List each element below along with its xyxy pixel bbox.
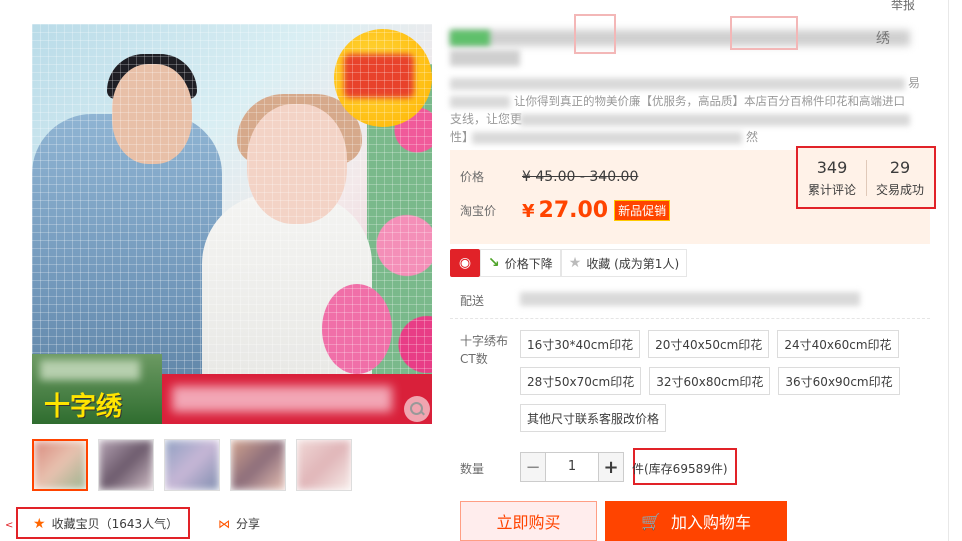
sku-option[interactable]: 36寸60x90cm印花: [778, 367, 900, 395]
right-border: [948, 0, 949, 541]
divider: [450, 318, 930, 319]
decrease-button[interactable]: −: [520, 452, 546, 482]
sales-stats: 349 累计评论 29 交易成功: [796, 146, 936, 209]
sku-option[interactable]: 28寸50x70cm印花: [520, 367, 642, 395]
banner-green: 十字绣: [32, 354, 162, 424]
tmall-cat-icon[interactable]: ◉: [450, 249, 480, 277]
current-price-row: 淘宝价 ¥ 27.00 新品促销: [460, 198, 671, 223]
main-product-image[interactable]: 十字绣: [32, 24, 432, 424]
title-mark: [574, 14, 616, 54]
thumbnail[interactable]: [296, 439, 352, 491]
banner-red: [162, 374, 432, 424]
thumbnail[interactable]: [98, 439, 154, 491]
share-button[interactable]: ⋈ 分享: [218, 515, 260, 532]
current-price: ¥ 27.00: [522, 198, 609, 223]
cart-icon: 🛒: [641, 511, 661, 531]
list-price-row: 价格 ¥ 45.00 - 340.00: [460, 168, 638, 185]
sku-option[interactable]: 32寸60x80cm印花: [649, 367, 771, 395]
action-row: ◉ ↘ 价格下降 ★ 收藏 (成为第1人): [450, 249, 688, 277]
shipping-row: 配送: [460, 292, 522, 309]
quantity-input[interactable]: 1: [546, 452, 598, 482]
sku-option[interactable]: 24寸40x60cm印花: [777, 330, 899, 358]
report-link[interactable]: 举报: [891, 0, 915, 13]
sku-option[interactable]: 其他尺寸联系客服改价格: [520, 404, 667, 432]
thumbnail[interactable]: [230, 439, 286, 491]
promo-badge: 新品促销: [614, 200, 671, 221]
sku-options: 16寸30*40cm印花 20寸40x50cm印花 24寸40x60cm印花 2…: [520, 330, 900, 432]
left-caret-icon: <: [5, 520, 14, 531]
current-price-label: 淘宝价: [460, 204, 497, 218]
sku-option[interactable]: 16寸30*40cm印花: [520, 330, 641, 358]
thumbnail[interactable]: [32, 439, 88, 491]
collect-button[interactable]: ★ 收藏 (成为第1人): [560, 249, 688, 277]
list-price-label: 价格: [460, 170, 485, 184]
title-tail: 绣: [876, 31, 890, 47]
increase-button[interactable]: +: [598, 452, 624, 482]
buy-now-button[interactable]: 立即购买: [460, 501, 597, 541]
stock-text: 件(库存69589件): [632, 462, 728, 476]
quantity-row: 数量: [460, 460, 522, 477]
sku-label: 十字绣布CT数: [460, 334, 509, 366]
share-icon: ⋈: [218, 516, 230, 531]
quantity-label: 数量: [460, 462, 485, 476]
add-to-cart-button[interactable]: 🛒 加入购物车: [605, 501, 787, 541]
star-icon: ★: [33, 515, 46, 532]
product-title: [450, 26, 916, 48]
list-price-value: ¥ 45.00 - 340.00: [522, 168, 639, 185]
price-drop-button[interactable]: ↘ 价格下降: [480, 249, 561, 277]
reviews-stat[interactable]: 349 累计评论: [798, 158, 866, 198]
shipping-label: 配送: [460, 294, 485, 308]
star-icon: ★: [568, 255, 582, 271]
thumbnail[interactable]: [164, 439, 220, 491]
favorite-item-button[interactable]: ★ 收藏宝贝（1643人气）: [33, 515, 178, 532]
shipping-info: [520, 292, 860, 306]
thumbnail-strip: [32, 439, 352, 491]
deals-stat[interactable]: 29 交易成功: [866, 158, 934, 198]
banner-text: 十字绣: [44, 392, 123, 422]
sku-option[interactable]: 20寸40x50cm印花: [648, 330, 770, 358]
share-label: 分享: [236, 517, 261, 531]
title-mark: [730, 16, 798, 50]
arrow-down-icon: ↘: [488, 255, 500, 271]
zoom-icon[interactable]: [404, 396, 430, 422]
quantity-stepper: − 1 +: [520, 452, 624, 482]
favorite-label: 收藏宝贝（1643人气）: [51, 517, 179, 531]
